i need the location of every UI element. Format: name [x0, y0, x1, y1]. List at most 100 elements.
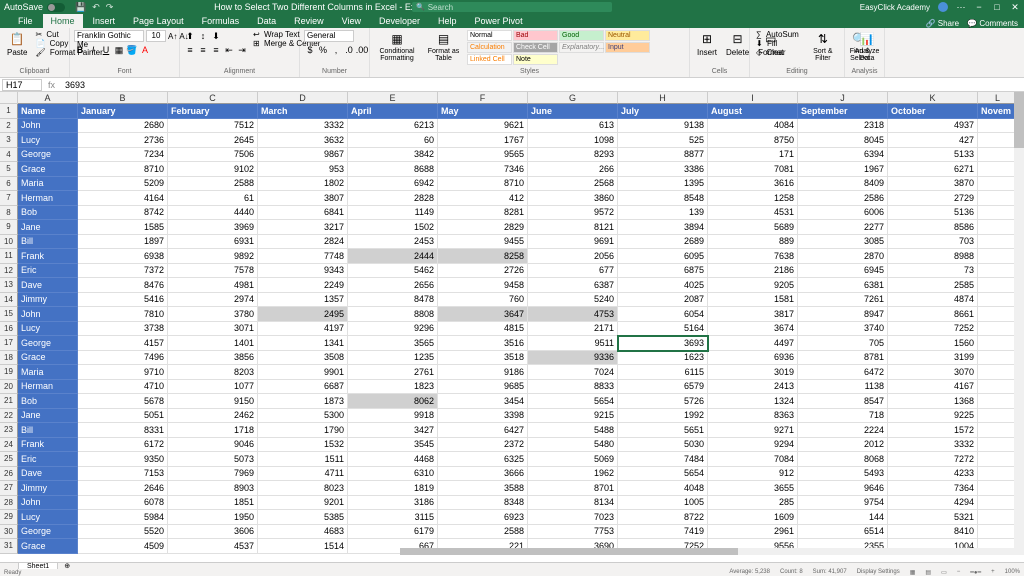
data-cell[interactable]: 9918 [348, 409, 438, 424]
row-header[interactable]: 12 [0, 264, 18, 279]
name-cell[interactable]: Jimmy [18, 293, 78, 308]
data-cell[interactable]: 912 [708, 467, 798, 482]
tab-help[interactable]: Help [430, 14, 465, 28]
data-cell[interactable] [978, 235, 1018, 250]
align-middle-icon[interactable]: ↕ [197, 30, 209, 42]
data-cell[interactable]: 1897 [78, 235, 168, 250]
data-cell[interactable]: 2495 [258, 307, 348, 322]
name-cell[interactable]: Lucy [18, 510, 78, 525]
row-header[interactable]: 17 [0, 336, 18, 351]
data-cell[interactable]: 5300 [258, 409, 348, 424]
zoom-in-button[interactable]: + [991, 569, 995, 576]
data-cell[interactable]: 4167 [888, 380, 978, 395]
row-header[interactable]: 8 [0, 206, 18, 221]
data-cell[interactable]: 2656 [348, 278, 438, 293]
data-cell[interactable]: 8586 [888, 220, 978, 235]
data-cell[interactable]: 9294 [708, 438, 798, 453]
tab-review[interactable]: Review [286, 14, 332, 28]
redo-icon[interactable]: ↷ [106, 2, 114, 13]
fill-color-button[interactable]: 🪣 [126, 44, 138, 56]
data-cell[interactable]: 2726 [438, 264, 528, 279]
data-cell[interactable]: 2680 [78, 119, 168, 134]
data-cell[interactable]: 1502 [348, 220, 438, 235]
data-cell[interactable] [978, 206, 1018, 221]
data-cell[interactable]: 6271 [888, 162, 978, 177]
cells-area[interactable]: NameJanuaryFebruaryMarchAprilMayJuneJuly… [18, 104, 1018, 554]
data-cell[interactable]: 412 [438, 191, 528, 206]
zoom-slider[interactable]: ━●━ [970, 569, 981, 576]
row-header[interactable]: 6 [0, 177, 18, 192]
data-cell[interactable]: 6931 [168, 235, 258, 250]
data-cell[interactable]: 6514 [798, 525, 888, 540]
data-cell[interactable]: 4711 [258, 467, 348, 482]
view-normal-icon[interactable]: ▦ [910, 569, 916, 576]
data-cell[interactable]: 9046 [168, 438, 258, 453]
name-cell[interactable]: Bob [18, 394, 78, 409]
data-cell[interactable]: 7484 [618, 452, 708, 467]
data-cell[interactable]: 6936 [708, 351, 798, 366]
column-header[interactable]: C [168, 92, 258, 104]
data-cell[interactable]: 4233 [888, 467, 978, 482]
data-cell[interactable]: 703 [888, 235, 978, 250]
data-cell[interactable]: 2318 [798, 119, 888, 134]
data-cell[interactable]: 5069 [528, 452, 618, 467]
sort-filter-button[interactable]: ⇅Sort & Filter [806, 30, 840, 63]
data-cell[interactable]: 7234 [78, 148, 168, 163]
data-cell[interactable]: 3632 [258, 133, 348, 148]
data-cell[interactable]: 1560 [888, 336, 978, 351]
data-cell[interactable]: 5321 [888, 510, 978, 525]
data-cell[interactable]: 5051 [78, 409, 168, 424]
fill-button[interactable]: ⬇ Fill [754, 39, 803, 48]
column-header[interactable]: F [438, 92, 528, 104]
data-cell[interactable]: 8293 [528, 148, 618, 163]
row-header[interactable]: 7 [0, 191, 18, 206]
data-cell[interactable]: 4937 [888, 119, 978, 134]
data-cell[interactable]: 3508 [258, 351, 348, 366]
search-input[interactable]: Search [412, 2, 612, 12]
data-cell[interactable]: 9710 [78, 365, 168, 380]
data-cell[interactable] [978, 322, 1018, 337]
data-cell[interactable] [978, 496, 1018, 511]
data-cell[interactable]: 285 [708, 496, 798, 511]
tab-developer[interactable]: Developer [371, 14, 428, 28]
data-cell[interactable] [978, 423, 1018, 438]
data-cell[interactable]: 7252 [888, 322, 978, 337]
data-cell[interactable]: 705 [798, 336, 888, 351]
data-cell[interactable]: 2444 [348, 249, 438, 264]
data-cell[interactable]: 5073 [168, 452, 258, 467]
column-header[interactable]: J [798, 92, 888, 104]
data-cell[interactable]: 5209 [78, 177, 168, 192]
data-cell[interactable] [978, 351, 1018, 366]
data-cell[interactable]: 1967 [798, 162, 888, 177]
tab-file[interactable]: File [10, 14, 41, 28]
style-check-cell[interactable]: Check Cell [513, 42, 558, 53]
data-cell[interactable]: 8903 [168, 481, 258, 496]
data-cell[interactable]: 5726 [618, 394, 708, 409]
data-cell[interactable]: 1992 [618, 409, 708, 424]
delete-cells-button[interactable]: ⊟Delete [723, 30, 752, 58]
analyze-data-button[interactable]: 📊Analyze Data [849, 30, 885, 63]
data-cell[interactable]: 1623 [618, 351, 708, 366]
data-cell[interactable]: 139 [618, 206, 708, 221]
row-header[interactable]: 29 [0, 510, 18, 525]
data-cell[interactable]: 5480 [528, 438, 618, 453]
data-cell[interactable]: 8409 [798, 177, 888, 192]
data-cell[interactable]: 8781 [798, 351, 888, 366]
row-header[interactable]: 2 [0, 119, 18, 134]
data-cell[interactable]: 2568 [528, 177, 618, 192]
data-cell[interactable]: 9565 [438, 148, 528, 163]
data-cell[interactable]: 760 [438, 293, 528, 308]
data-cell[interactable]: 3856 [168, 351, 258, 366]
data-cell[interactable]: 4084 [708, 119, 798, 134]
data-cell[interactable]: 6172 [78, 438, 168, 453]
data-cell[interactable]: 3545 [348, 438, 438, 453]
tab-insert[interactable]: Insert [85, 14, 124, 28]
data-cell[interactable]: 7578 [168, 264, 258, 279]
data-cell[interactable]: 4164 [78, 191, 168, 206]
data-cell[interactable]: 7023 [528, 510, 618, 525]
style-input[interactable]: Input [605, 42, 650, 53]
data-cell[interactable]: 1149 [348, 206, 438, 221]
comments-button[interactable]: 💬 Comments [967, 19, 1018, 28]
data-cell[interactable]: 6579 [618, 380, 708, 395]
data-cell[interactable]: 5678 [78, 394, 168, 409]
